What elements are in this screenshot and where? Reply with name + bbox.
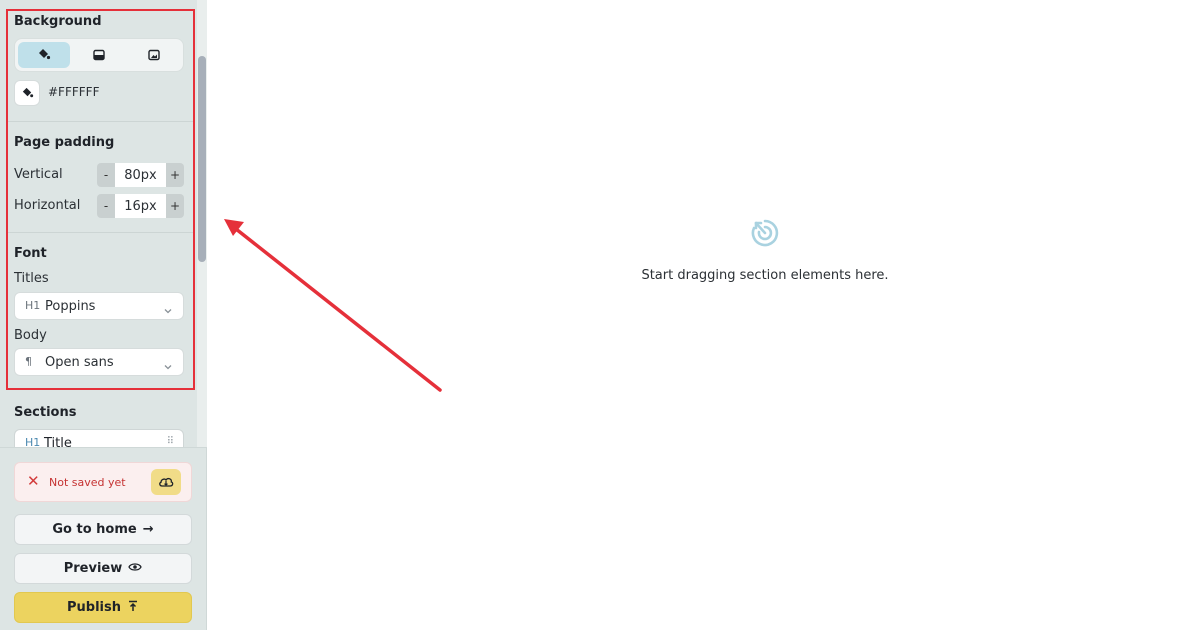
upload-icon bbox=[127, 600, 139, 616]
go-to-home-label: Go to home bbox=[52, 522, 137, 537]
drag-target-icon bbox=[750, 218, 780, 248]
eye-icon bbox=[128, 561, 142, 576]
preview-button[interactable]: Preview bbox=[14, 553, 192, 584]
section-item-label: Title bbox=[44, 436, 72, 447]
empty-canvas-text: Start dragging section elements here. bbox=[641, 268, 889, 283]
save-cloud-button[interactable] bbox=[151, 469, 181, 495]
publish-button[interactable]: Publish bbox=[14, 592, 192, 623]
heading-icon: H1 bbox=[25, 436, 41, 447]
save-status-text: Not saved yet bbox=[49, 476, 126, 489]
publish-label: Publish bbox=[67, 600, 121, 615]
close-icon: ✕ bbox=[27, 472, 40, 490]
annotation-highlight-box bbox=[6, 9, 195, 390]
app-root: Background #FFFFFF Page padding Vertical… bbox=[0, 0, 1200, 630]
section-item-title[interactable]: H1 Title ⠿ bbox=[14, 429, 184, 447]
go-to-home-button[interactable]: Go to home → bbox=[14, 514, 192, 545]
cloud-download-icon bbox=[158, 473, 174, 492]
save-status-box: ✕ Not saved yet bbox=[14, 462, 192, 502]
sidebar-bottom-panel: ✕ Not saved yet Go to home → Preview Pub… bbox=[0, 447, 206, 630]
arrow-right-icon: → bbox=[142, 522, 154, 537]
sections-title: Sections bbox=[14, 405, 77, 420]
scrollbar-thumb[interactable] bbox=[198, 56, 206, 262]
empty-canvas-hint: Start dragging section elements here. bbox=[640, 218, 890, 288]
drag-handle-icon[interactable]: ⠿ bbox=[167, 436, 174, 447]
preview-label: Preview bbox=[63, 561, 123, 576]
